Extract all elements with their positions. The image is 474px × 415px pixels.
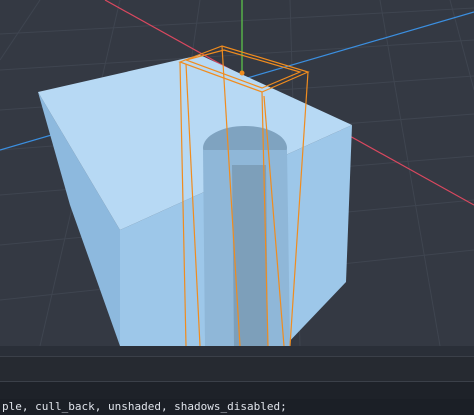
bottom-panel-toolbar	[0, 356, 474, 382]
origin-marker-icon	[239, 70, 245, 76]
3d-viewport[interactable]	[0, 0, 474, 346]
viewport-canvas[interactable]	[0, 0, 474, 346]
hole-shadow-column	[232, 165, 268, 346]
panel-spacer	[0, 382, 474, 399]
cube-mesh[interactable]	[38, 55, 352, 346]
editor-window: ple, cull_back, unshaded, shadows_disabl…	[0, 0, 474, 415]
viewport-bottom-strip	[0, 346, 474, 356]
shader-code-line[interactable]: ple, cull_back, unshaded, shadows_disabl…	[0, 399, 474, 415]
